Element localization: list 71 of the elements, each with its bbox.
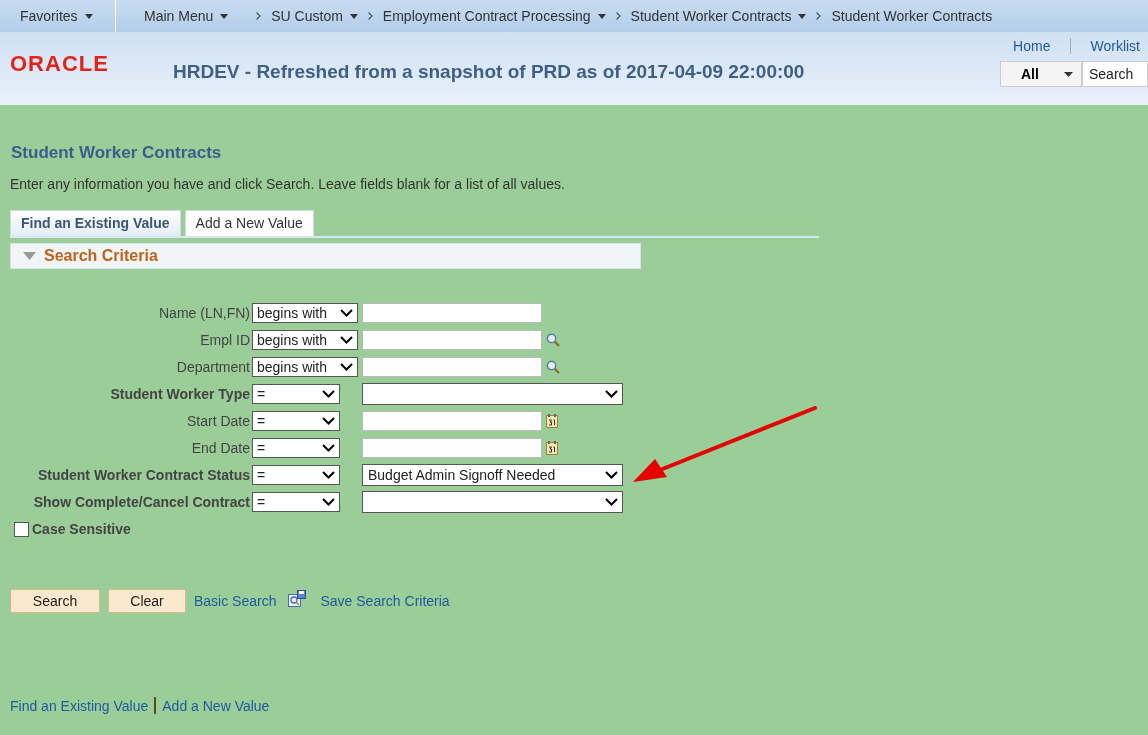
operator-dropdown[interactable]: =	[252, 437, 340, 458]
save-search-criteria-link[interactable]: Save Search Criteria	[320, 593, 450, 609]
input-field[interactable]	[362, 302, 542, 323]
value-dropdown[interactable]	[362, 382, 623, 405]
input-field[interactable]	[362, 437, 542, 458]
operator-dropdown[interactable]: =	[252, 464, 340, 485]
menu-link[interactable]: SU Custom	[271, 8, 358, 24]
basic-search-link[interactable]: Basic Search	[194, 593, 277, 609]
instructions-text: Enter any information you have and click Search. Leave fields blank for a list of all values.	[10, 176, 566, 192]
calendar-icon[interactable]	[546, 440, 558, 455]
chevron-icon	[605, 389, 618, 398]
checkbox[interactable]	[14, 521, 29, 537]
page-title: Student Worker Contracts	[11, 143, 223, 163]
section-header[interactable]: Search Criteria	[10, 243, 641, 269]
field-label: Student Worker Contract Status	[36, 466, 250, 483]
menu-link[interactable]: Main Menu	[144, 8, 229, 24]
menu-link[interactable]: Student Worker Contracts	[630, 8, 807, 24]
chevron-icon	[340, 308, 353, 317]
search-icon[interactable]	[546, 332, 560, 347]
search-field[interactable]: Search	[1082, 61, 1148, 87]
field-label: Empl ID	[199, 331, 250, 348]
chevron-right-icon	[367, 12, 373, 20]
input-field[interactable]	[362, 329, 542, 350]
header-link[interactable]: Worklist	[1090, 38, 1140, 54]
footer-link[interactable]: Find an Existing Value	[10, 697, 149, 714]
chevron-icon	[322, 443, 335, 452]
search-scope-dropdown[interactable]: All	[1000, 61, 1082, 87]
oracle-logo: ORACLE	[10, 50, 110, 77]
search-icon[interactable]	[546, 359, 560, 374]
field-label: Student Worker Type	[109, 385, 250, 402]
chevron-icon	[605, 470, 618, 479]
operator-dropdown[interactable]: =	[252, 383, 340, 404]
menu-link[interactable]: Favorites	[20, 8, 115, 24]
header-link[interactable]: Home	[1013, 38, 1051, 54]
operator-dropdown[interactable]: =	[252, 410, 340, 431]
field-label: Department	[175, 358, 250, 375]
value-dropdown[interactable]	[362, 490, 623, 513]
input-field[interactable]	[362, 356, 542, 377]
triangle-icon	[23, 252, 36, 260]
field-label: Start Date	[185, 412, 250, 429]
operator-dropdown[interactable]: =	[252, 491, 340, 512]
chevron-icon	[605, 497, 618, 506]
chevron-right-icon	[256, 12, 262, 20]
caret-icon	[1064, 71, 1073, 77]
chevron-icon	[322, 470, 335, 479]
action-button[interactable]: Clear	[108, 589, 186, 613]
tab[interactable]: Find an Existing Value	[10, 210, 181, 236]
checkbox-label: Case Sensitive	[32, 521, 131, 537]
chevron-icon	[322, 416, 335, 425]
chevron-right-icon	[816, 12, 822, 20]
chevron-right-icon	[615, 12, 621, 20]
chevron-icon	[340, 362, 353, 371]
menu-link[interactable]: Student Worker Contracts	[831, 8, 993, 24]
operator-dropdown[interactable]: begins with	[252, 329, 358, 350]
chevron-icon	[340, 335, 353, 344]
save-search-icon[interactable]	[288, 589, 307, 607]
field-label: End Date	[190, 439, 250, 456]
menu-link[interactable]: Employment Contract Processing	[382, 8, 606, 24]
field-label: Name (LN,FN)	[158, 304, 250, 321]
tab[interactable]: Add a New Value	[184, 210, 314, 236]
calendar-icon[interactable]	[546, 413, 558, 428]
action-button[interactable]: Search	[10, 589, 100, 613]
chevron-icon	[322, 389, 335, 398]
value-dropdown[interactable]: Budget Admin Signoff Needed	[362, 463, 623, 486]
input-field[interactable]	[362, 410, 542, 431]
operator-dropdown[interactable]: begins with	[252, 356, 358, 377]
footer-link[interactable]: Add a New Value	[162, 697, 270, 714]
field-label: Show Complete/Cancel Contract	[32, 493, 250, 510]
environment-title: HRDEV - Refreshed from a snapshot of PRD as of 2017-04-09 22:00:00	[173, 61, 805, 83]
chevron-icon	[322, 497, 335, 506]
operator-dropdown[interactable]: begins with	[252, 302, 358, 323]
